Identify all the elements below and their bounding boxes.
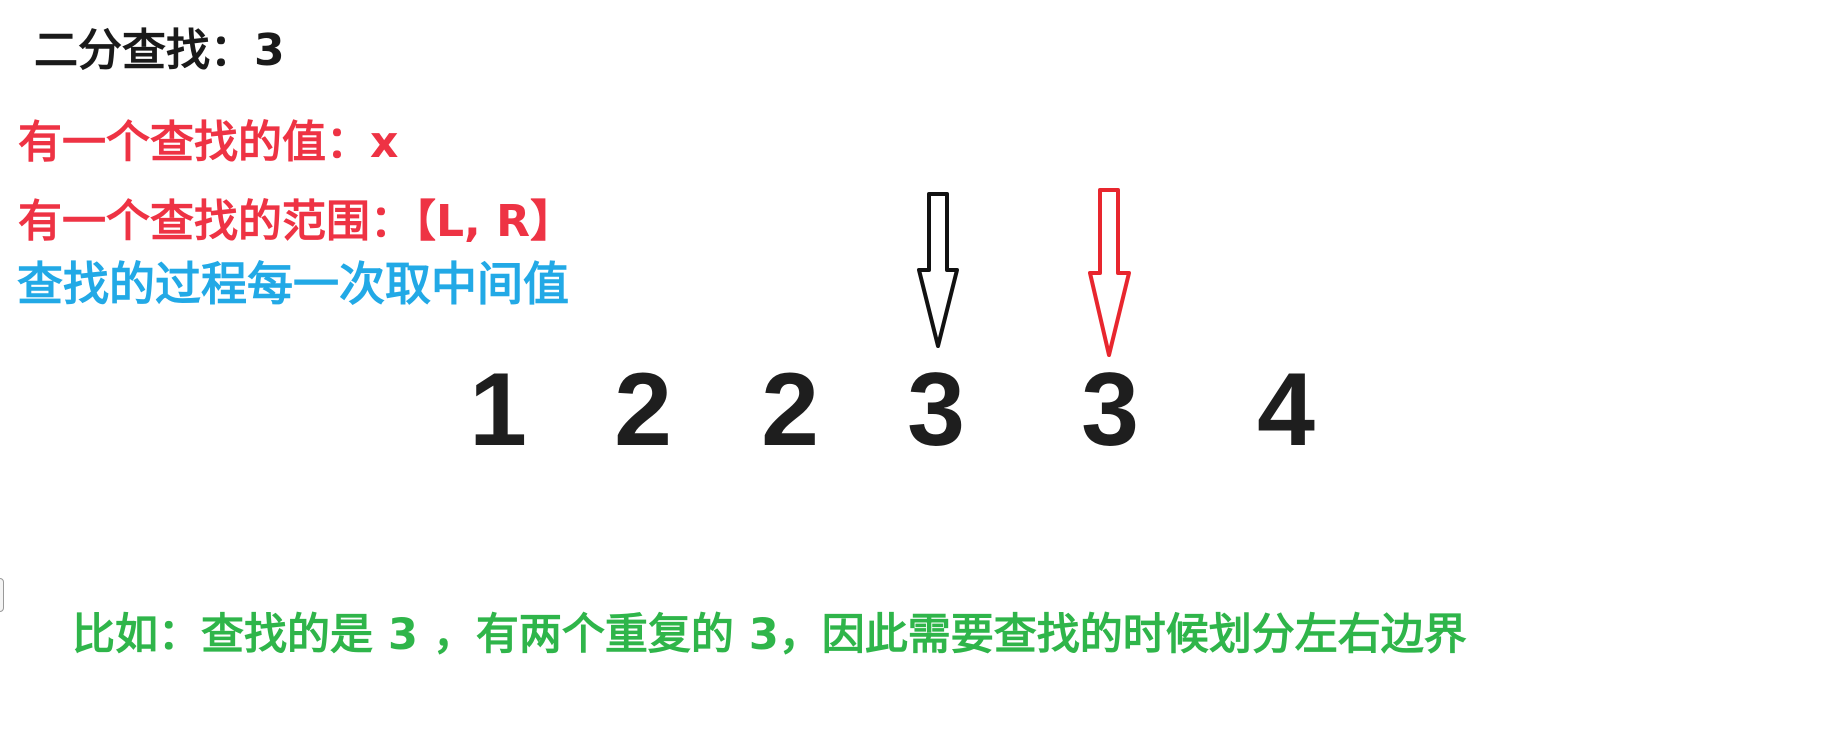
search-range-note: 有一个查找的范围：【L, R】	[18, 196, 574, 247]
search-process-note: 查找的过程每一次取中间值	[17, 257, 569, 311]
right-pointer-arrow-icon	[1088, 188, 1131, 357]
sequence-item-3: 2	[761, 352, 819, 468]
left-pointer-arrow-icon	[917, 192, 959, 348]
sequence-item-4: 3	[907, 352, 965, 468]
page-title: 二分查找：3	[34, 25, 285, 76]
example-note: 比如：查找的是 3 ，有两个重复的 3，因此需要查找的时候划分左右边界	[72, 610, 1467, 660]
side-handle[interactable]	[0, 578, 4, 612]
sequence-item-2: 2	[614, 352, 672, 468]
search-value-note: 有一个查找的值：x	[18, 117, 399, 168]
sequence-item-1: 1	[469, 352, 527, 468]
sequence-item-5: 3	[1081, 352, 1139, 468]
sequence-item-6: 4	[1257, 352, 1315, 468]
